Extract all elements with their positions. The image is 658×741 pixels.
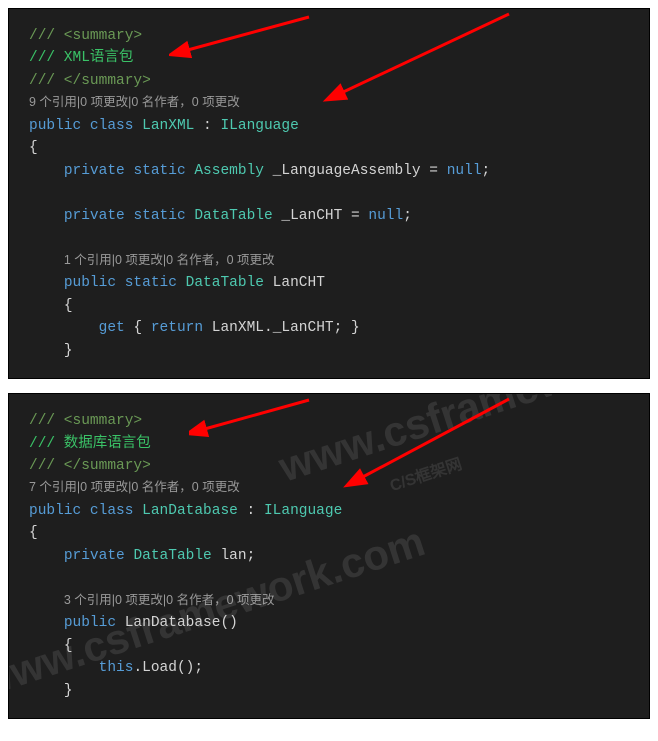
- field-name: _LanguageAssembly =: [264, 163, 447, 179]
- codelens-2[interactable]: 1 个引用|0 项更改|0 名作者，0 项更改: [64, 253, 275, 267]
- kw-null: null: [447, 163, 482, 179]
- code-block-2: www.csframework.com www.csframework.com …: [8, 393, 650, 719]
- kw-public: public: [64, 275, 116, 291]
- kw-static: static: [133, 163, 185, 179]
- kw-class: class: [90, 118, 134, 134]
- kw-static: static: [133, 208, 185, 224]
- kw-class: class: [90, 503, 134, 519]
- codelens-1[interactable]: 9 个引用|0 项更改|0 名作者，0 项更改: [29, 95, 240, 109]
- brace: {: [29, 140, 38, 156]
- code-block-1: /// <summary> /// XML语言包 /// </summary> …: [8, 8, 650, 379]
- kw-static: static: [125, 275, 177, 291]
- kw-return: return: [151, 320, 203, 336]
- type-datatable: DataTable: [194, 208, 272, 224]
- semi: ;: [482, 163, 491, 179]
- interface-name: ILanguage: [220, 118, 298, 134]
- ctor-name: LanDatabase(): [116, 615, 238, 631]
- kw-private: private: [64, 548, 125, 564]
- field-name: _LanCHT =: [273, 208, 369, 224]
- class-name: LanXML: [142, 118, 194, 134]
- type-datatable: DataTable: [186, 275, 264, 291]
- class-name: LanDatabase: [142, 503, 238, 519]
- codelens-2[interactable]: 3 个引用|0 项更改|0 名作者，0 项更改: [64, 593, 275, 607]
- kw-this: this: [99, 660, 134, 676]
- brace: }: [64, 343, 73, 359]
- kw-public: public: [64, 615, 116, 631]
- ctor-body: .Load();: [133, 660, 203, 676]
- brace: {: [125, 320, 151, 336]
- code-content-1[interactable]: /// <summary> /// XML语言包 /// </summary> …: [29, 25, 629, 362]
- brace: {: [64, 298, 73, 314]
- brace: {: [29, 525, 38, 541]
- code-content-2[interactable]: /// <summary> /// 数据库语言包 /// </summary> …: [29, 410, 629, 702]
- kw-private: private: [64, 208, 125, 224]
- prop-name: LanCHT: [264, 275, 325, 291]
- codelens-1[interactable]: 7 个引用|0 项更改|0 名作者，0 项更改: [29, 480, 240, 494]
- type-datatable: DataTable: [133, 548, 211, 564]
- field-name: lan;: [212, 548, 256, 564]
- semi: ;: [403, 208, 412, 224]
- type-assembly: Assembly: [194, 163, 264, 179]
- kw-public: public: [29, 503, 81, 519]
- kw-null: null: [368, 208, 403, 224]
- kw-public: public: [29, 118, 81, 134]
- doc-summary-close: /// </summary>: [29, 73, 151, 89]
- doc-summary-body: /// XML语言包: [29, 50, 133, 66]
- colon: :: [194, 118, 220, 134]
- doc-summary-open: /// <summary>: [29, 413, 142, 429]
- colon: :: [238, 503, 264, 519]
- brace: {: [64, 638, 73, 654]
- kw-get: get: [99, 320, 125, 336]
- brace: }: [64, 683, 73, 699]
- doc-summary-open: /// <summary>: [29, 28, 142, 44]
- kw-private: private: [64, 163, 125, 179]
- doc-summary-body: /// 数据库语言包: [29, 436, 151, 452]
- interface-name: ILanguage: [264, 503, 342, 519]
- expr: LanXML.: [203, 320, 273, 336]
- expr: _LanCHT; }: [273, 320, 360, 336]
- doc-summary-close: /// </summary>: [29, 458, 151, 474]
